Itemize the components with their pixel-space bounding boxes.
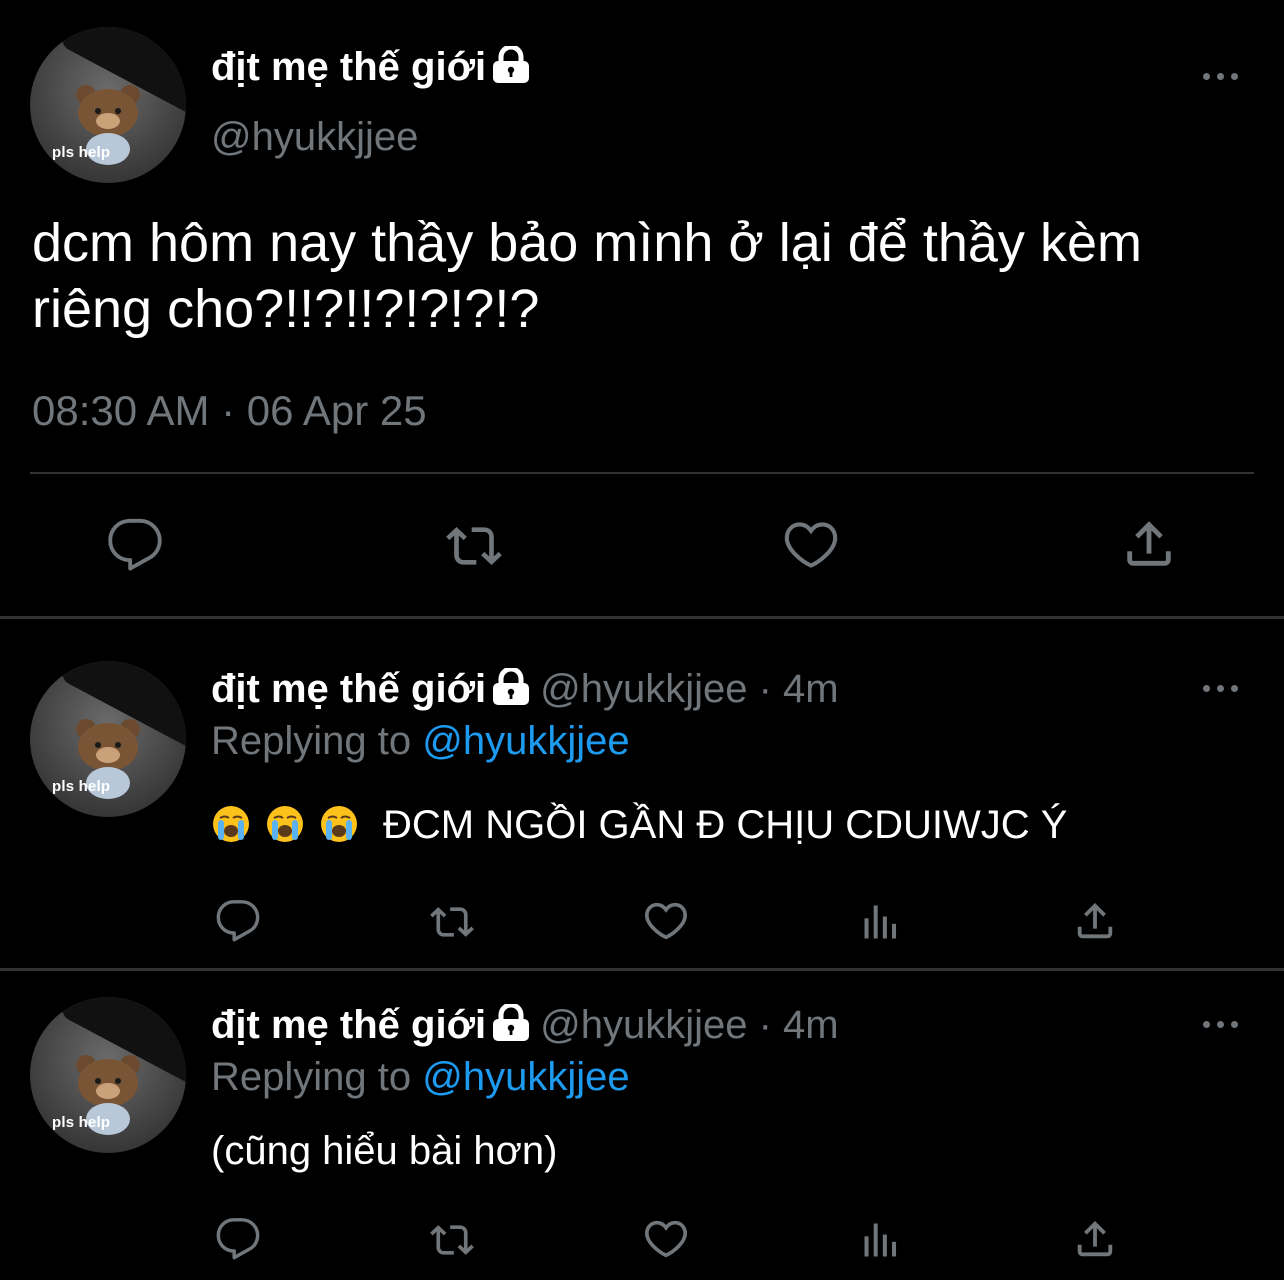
lock-icon xyxy=(493,46,530,83)
mention-link[interactable]: @hyukkjjee xyxy=(422,719,629,763)
reply-tweet: pls help địt mẹ thế giới @hyukkjjee · 4m… xyxy=(0,997,1284,1280)
divider xyxy=(0,968,1284,971)
tweet-text: ĐCM NGỒI GẦN Đ CHỊU CDUIWJC Ý xyxy=(211,800,1067,850)
reply-icon[interactable] xyxy=(214,898,262,944)
main-tweet: pls help địt mẹ thế giới @hyukkjjee dcm … xyxy=(0,0,1284,618)
share-icon[interactable] xyxy=(1072,898,1118,944)
meta-separator: · xyxy=(747,1003,784,1047)
tweet-time: 08:30 AM xyxy=(32,387,210,434)
replying-to: Replying to @hyukkjjee xyxy=(211,716,630,766)
display-name[interactable]: địt mẹ thế giới xyxy=(211,1003,486,1047)
retweet-icon[interactable] xyxy=(424,900,480,944)
tweet-timestamp: 08:30 AM · 06 Apr 25 xyxy=(32,385,427,437)
replying-prefix: Replying to xyxy=(211,719,423,763)
divider xyxy=(30,472,1254,474)
divider xyxy=(0,616,1284,619)
retweet-icon[interactable] xyxy=(440,518,508,574)
loudly-crying-face-icon xyxy=(267,806,303,842)
handle[interactable]: @hyukkjjee xyxy=(540,667,747,711)
meta-separator: · xyxy=(747,667,784,711)
more-options-icon[interactable] xyxy=(1201,682,1241,694)
tweet-date[interactable]: 06 Apr 25 xyxy=(247,387,427,434)
author-row: địt mẹ thế giới @hyukkjjee · 4m xyxy=(211,664,839,714)
author-row: địt mẹ thế giới @hyukkjjee · 4m xyxy=(211,1000,839,1050)
reply-icon[interactable] xyxy=(104,516,166,574)
relative-time[interactable]: 4m xyxy=(783,667,839,711)
replying-to: Replying to @hyukkjjee xyxy=(211,1052,630,1102)
share-icon[interactable] xyxy=(1072,1216,1118,1262)
analytics-icon[interactable] xyxy=(858,900,904,944)
tweet-text: (cũng hiểu bài hơn) xyxy=(211,1129,558,1173)
replying-prefix: Replying to xyxy=(211,1055,423,1099)
handle[interactable]: @hyukkjjee xyxy=(540,1003,747,1047)
lock-icon xyxy=(493,1004,530,1041)
more-options-icon[interactable] xyxy=(1201,1018,1241,1030)
like-icon[interactable] xyxy=(642,1216,690,1262)
display-name[interactable]: địt mẹ thế giới xyxy=(211,45,486,89)
relative-time[interactable]: 4m xyxy=(783,1003,839,1047)
display-name[interactable]: địt mẹ thế giới xyxy=(211,667,486,711)
avatar[interactable]: pls help xyxy=(30,27,186,183)
share-icon[interactable] xyxy=(1120,514,1178,574)
reply-tweet: pls help địt mẹ thế giới @hyukkjjee · 4m… xyxy=(0,661,1284,964)
more-options-icon[interactable] xyxy=(1201,70,1241,82)
tweet-text: dcm hôm nay thầy bảo mình ở lại để thầy … xyxy=(32,213,1142,339)
like-icon[interactable] xyxy=(642,898,690,944)
handle[interactable]: @hyukkjjee xyxy=(211,112,418,162)
avatar[interactable]: pls help xyxy=(30,997,186,1153)
reply-icon[interactable] xyxy=(214,1216,262,1262)
loudly-crying-face-icon xyxy=(213,806,249,842)
avatar-caption: pls help xyxy=(52,144,111,161)
loudly-crying-face-icon xyxy=(321,806,357,842)
tweet-text-body: ĐCM NGỒI GẦN Đ CHỊU CDUIWJC Ý xyxy=(383,803,1068,847)
mention-link[interactable]: @hyukkjjee xyxy=(422,1055,629,1099)
like-icon[interactable] xyxy=(780,516,842,574)
author-row: địt mẹ thế giới xyxy=(211,42,532,92)
meta-separator: · xyxy=(209,387,247,434)
analytics-icon[interactable] xyxy=(858,1218,904,1262)
avatar-caption: pls help xyxy=(52,778,111,795)
avatar[interactable]: pls help xyxy=(30,661,186,817)
avatar-caption: pls help xyxy=(52,1114,111,1131)
retweet-icon[interactable] xyxy=(424,1218,480,1262)
lock-icon xyxy=(493,668,530,705)
